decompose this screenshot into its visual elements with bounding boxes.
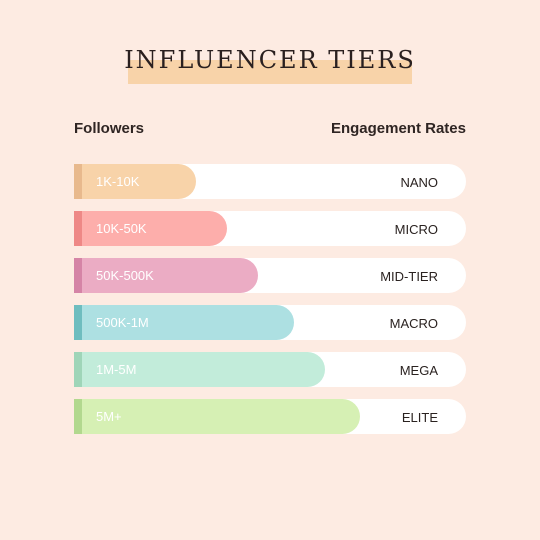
bar-row: 1K-10K NANO (74, 164, 466, 199)
follower-range-label: 500K-1M (96, 315, 149, 330)
tier-label: MID-TIER (380, 269, 438, 284)
bar-row: 5M+ ELITE (74, 399, 466, 434)
bar-row: 1M-5M MEGA (74, 352, 466, 387)
followers-header: Followers (74, 120, 145, 137)
tier-label: NANO (400, 175, 438, 190)
follower-range-label: 1K-10K (96, 174, 140, 189)
bar-chart: 1K-10K NANO 10K-50K MICRO 50K-500K MID-TIER 50… (74, 164, 466, 446)
engagement-rates-header: Engagement Rates (330, 120, 466, 137)
bar-edge-accent (74, 164, 82, 199)
page-title: INFLUENCER TIERS (124, 46, 416, 74)
follower-range-label: 10K-50K (96, 221, 147, 236)
bar-edge-accent (74, 399, 82, 434)
bar-edge-accent (74, 305, 82, 340)
tier-label: MACRO (389, 316, 438, 331)
bar-row: 500K-1M MACRO (74, 305, 466, 340)
bar-edge-accent (74, 211, 82, 246)
tier-label: MICRO (394, 222, 438, 237)
follower-range-label: 5M+ (96, 409, 122, 424)
title-area: INFLUENCER TIERS (0, 42, 540, 86)
bar-row: 10K-50K MICRO (74, 211, 466, 246)
bar-row: 50K-500K MID-TIER (74, 258, 466, 293)
bar-edge-accent (74, 258, 82, 293)
tier-label: ELITE (401, 410, 438, 425)
bar-edge-accent (74, 352, 82, 387)
tier-label: MEGA (399, 363, 438, 378)
follower-range-label: 50K-500K (96, 268, 154, 283)
follower-range-label: 1M-5M (96, 362, 137, 377)
